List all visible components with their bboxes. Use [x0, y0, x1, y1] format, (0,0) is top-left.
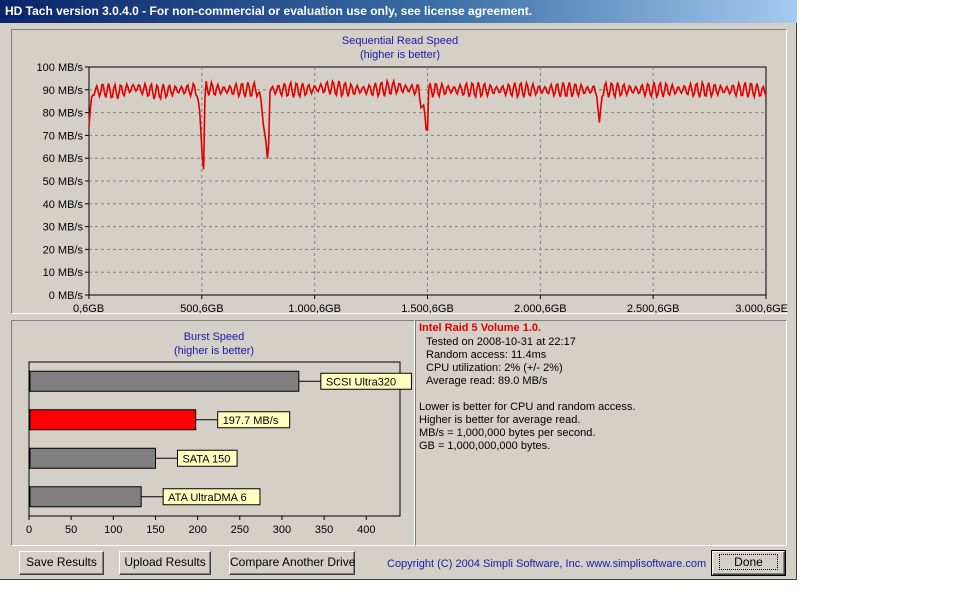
- burst-bar: [29, 447, 156, 469]
- burst-bar: [29, 370, 300, 392]
- read-speed-line: [88, 78, 767, 170]
- read-chart: 0 MB/s 10 MB/s 20 MB/s 30 MB/s 40 MB/s 50 MB/…: [37, 62, 788, 315]
- upload-results-label: Upload Results: [124, 555, 206, 569]
- burst-bar: [29, 486, 142, 508]
- burst-bar-label: 197.7 MB/s: [223, 415, 279, 427]
- read-chart-panel: Sequential Read Speed (higher is better)…: [11, 29, 788, 315]
- read-y-tick-label: 50 MB/s: [43, 176, 84, 188]
- note-mbs: MB/s = 1,000,000 bytes per second.: [419, 427, 596, 439]
- upload-results-button[interactable]: Upload Results: [119, 551, 211, 575]
- burst-chart: 0 50 100 150 200 250 300 350 400 SCSI Ultra320 197…: [26, 361, 412, 536]
- hd-tach-window: HD Tach version 3.0.4.0 - For non-commer…: [0, 0, 797, 580]
- read-y-tick-label: 100 MB/s: [37, 62, 84, 74]
- burst-x-tick-label: 150: [146, 524, 164, 536]
- copyright-text: Copyright (C) 2004 Simpli Software, Inc.…: [387, 558, 707, 570]
- read-y-tick-label: 60 MB/s: [43, 153, 84, 165]
- burst-bar-label: ATA UltraDMA 6: [168, 492, 246, 504]
- burst-x-tick-label: 400: [357, 524, 375, 536]
- read-y-tick-label: 20 MB/s: [43, 244, 84, 256]
- burst-bar: [29, 409, 197, 431]
- burst-x-tick-label: 250: [231, 524, 249, 536]
- burst-bar-label: SATA 150: [182, 453, 230, 465]
- burst-x-tick-label: 50: [65, 524, 77, 536]
- read-y-tick-label: 70 MB/s: [43, 130, 84, 142]
- done-button[interactable]: Done: [711, 550, 786, 576]
- burst-x-tick-label: 200: [188, 524, 206, 536]
- done-label: Done: [719, 554, 778, 570]
- read-y-tick-label: 90 MB/s: [43, 85, 84, 97]
- note-cpu: Lower is better for CPU and random acces…: [419, 401, 636, 413]
- read-x-tick-label: 0,6GB: [73, 303, 104, 315]
- drive-name: Intel Raid 5 Volume 1.0.: [419, 322, 542, 334]
- average-read: Average read: 89.0 MB/s: [426, 375, 548, 387]
- burst-chart-panel: Burst Speed (higher is better) 0 50 100 150…: [11, 320, 415, 546]
- burst-x-tick-label: 350: [315, 524, 333, 536]
- compare-drive-button[interactable]: Compare Another Drive: [229, 551, 355, 575]
- tested-on: Tested on 2008-10-31 at 22:17: [426, 336, 576, 348]
- read-x-tick-label: 1.500,6GB: [401, 303, 454, 315]
- save-results-button[interactable]: Save Results: [19, 551, 104, 575]
- compare-drive-label: Compare Another Drive: [230, 555, 356, 569]
- read-y-tick-label: 80 MB/s: [43, 108, 84, 120]
- read-x-tick-label: 2.500,6GB: [627, 303, 680, 315]
- note-read: Higher is better for average read.: [419, 414, 581, 426]
- read-x-tick-label: 2.000,6GB: [514, 303, 567, 315]
- window-title: HD Tach version 3.0.4.0 - For non-commer…: [5, 4, 533, 18]
- burst-x-tick-label: 300: [273, 524, 291, 536]
- title-bar: HD Tach version 3.0.4.0 - For non-commer…: [0, 0, 797, 23]
- read-y-tick-label: 10 MB/s: [43, 267, 84, 279]
- read-y-tick-label: 0 MB/s: [49, 290, 84, 302]
- burst-bar-label: SCSI Ultra320: [326, 376, 396, 388]
- read-x-tick-label: 3.000,6GE: [735, 303, 788, 315]
- read-x-tick-label: 500,6GB: [180, 303, 223, 315]
- note-gb: GB = 1,000,000,000 bytes.: [419, 440, 551, 452]
- cpu-utilization: CPU utilization: 2% (+/- 2%): [426, 362, 563, 374]
- random-access: Random access: 11.4ms: [426, 349, 547, 361]
- save-results-label: Save Results: [26, 555, 97, 569]
- burst-x-tick-label: 0: [26, 524, 32, 536]
- burst-x-tick-label: 100: [104, 524, 122, 536]
- read-y-tick-label: 30 MB/s: [43, 222, 84, 234]
- read-x-tick-label: 1.000,6GB: [288, 303, 341, 315]
- read-y-tick-label: 40 MB/s: [43, 199, 84, 211]
